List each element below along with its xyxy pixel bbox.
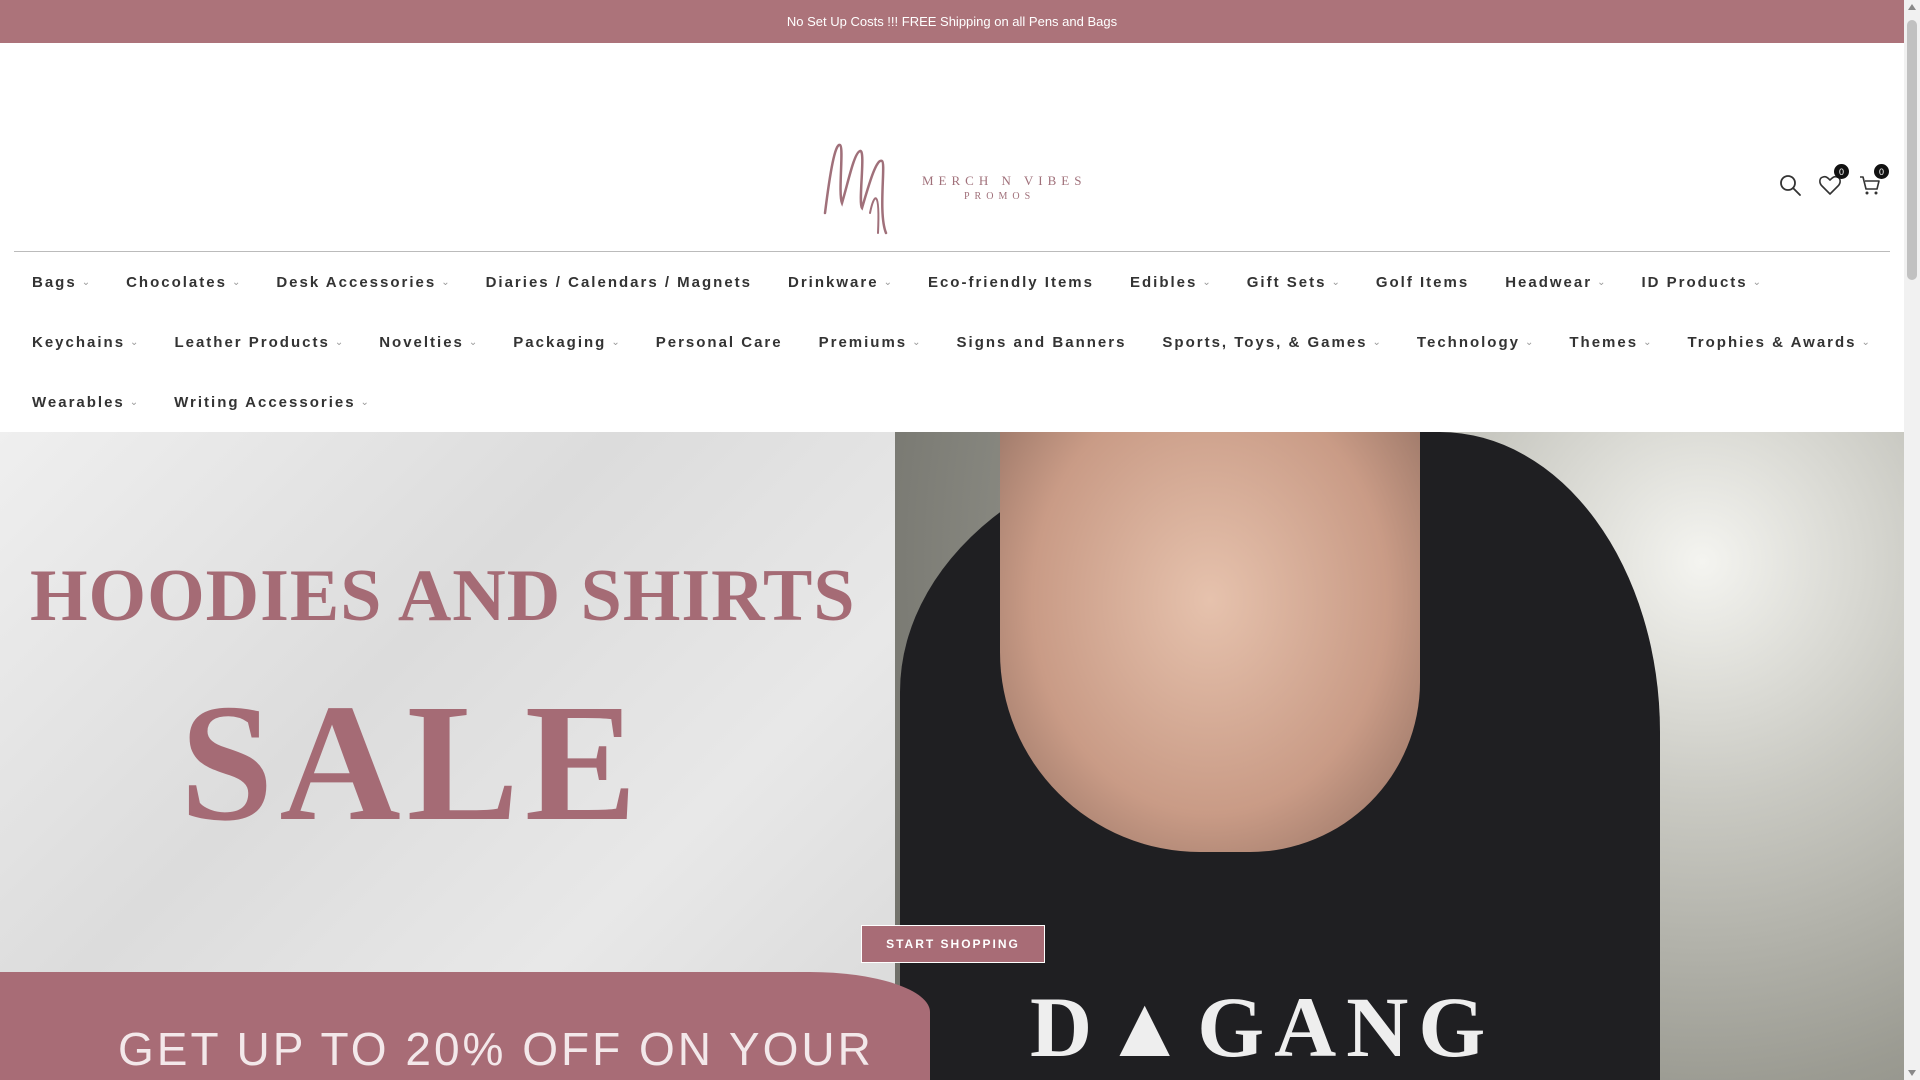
wishlist-button[interactable]: 0	[1818, 164, 1849, 197]
hero-subtitle: GET UP TO 20% OFF ON YOUR	[118, 1023, 874, 1075]
logo-tagline: PROMOS	[964, 191, 1036, 202]
nav-item-label: Gift Sets	[1246, 273, 1327, 291]
nav-item-themes[interactable]: Themes ⌄	[1569, 334, 1651, 351]
main-navigation: Bags ⌄ Chocolates ⌄ Desk Accessories ⌄ Diaries…	[14, 252, 1884, 432]
hero-banner: D▲GANG HOODIES AND SHIRTS SALE GET UP TO…	[0, 432, 1904, 1080]
nav-item-writing-accessories[interactable]: Writing Accessories ⌄	[174, 394, 369, 411]
nav-item-label: Desk Accessories	[276, 273, 437, 291]
chevron-down-icon: ⌄	[611, 336, 620, 348]
nav-item-label: Diaries / Calendars / Magnets	[485, 273, 753, 291]
chevron-down-icon: ⌄	[1752, 276, 1762, 288]
chevron-down-icon: ⌄	[81, 276, 91, 288]
hero-sale-title: SALE	[180, 670, 643, 856]
nav-item-label: Technology	[1416, 333, 1520, 351]
nav-item-label: Bags	[32, 273, 77, 291]
logo-monogram-icon	[823, 143, 888, 235]
chevron-down-icon: ⌄	[1861, 336, 1870, 348]
nav-item-edibles[interactable]: Edibles ⌄	[1130, 274, 1211, 291]
nav-item-headwear[interactable]: Headwear ⌄	[1505, 274, 1605, 291]
nav-item-label: Headwear	[1505, 273, 1593, 291]
nav-row: Wearables ⌄ Writing Accessories ⌄	[14, 372, 1884, 432]
nav-item-technology[interactable]: Technology ⌄	[1417, 334, 1533, 351]
announcement-text: No Set Up Costs !!! FREE Shipping on all…	[786, 14, 1118, 29]
nav-item-label: Leather Products	[174, 333, 330, 351]
wishlist-count-badge: 0	[1834, 164, 1849, 179]
nav-item-desk-accessories[interactable]: Desk Accessories ⌄	[276, 274, 449, 291]
nav-item-label: Eco-friendly Items	[927, 273, 1094, 291]
nav-row: Bags ⌄ Chocolates ⌄ Desk Accessories ⌄ Diaries…	[14, 252, 1884, 312]
page-scrollbar[interactable]	[1904, 0, 1920, 1080]
nav-row: Keychains ⌄ Leather Products ⌄ Novelties ⌄ Pac…	[14, 312, 1884, 372]
nav-item-wearables[interactable]: Wearables ⌄	[32, 394, 138, 411]
site-header: MERCH N VIBES PROMOS 0 0	[0, 43, 1904, 251]
nav-item-label: Writing Accessories	[174, 393, 356, 411]
hero-title: HOODIES AND SHIRTS	[30, 555, 856, 637]
chevron-down-icon: ⌄	[468, 336, 478, 348]
nav-item-novelties[interactable]: Novelties ⌄	[379, 334, 477, 351]
cart-button[interactable]: 0	[1858, 164, 1889, 197]
nav-item-label: Themes	[1569, 333, 1639, 351]
nav-item-label: Sports, Toys, & Games	[1162, 333, 1368, 351]
scrollbar-thumb[interactable]	[1907, 20, 1917, 280]
chevron-down-icon: ⌄	[883, 276, 892, 288]
nav-item-label: Wearables	[32, 393, 125, 411]
nav-item-label: Golf Items	[1375, 273, 1470, 291]
search-button[interactable]	[1778, 173, 1802, 197]
chevron-down-icon: ⌄	[231, 276, 241, 288]
hero-photo-model	[1000, 432, 1420, 852]
nav-item-label: Signs and Banners	[956, 333, 1127, 351]
nav-item-label: ID Products	[1641, 273, 1748, 291]
header-icons: 0 0	[1778, 164, 1889, 197]
chevron-down-icon: ⌄	[360, 396, 369, 408]
brand-logo[interactable]: MERCH N VIBES PROMOS	[820, 133, 1090, 243]
chevron-down-icon: ⌄	[130, 336, 139, 348]
nav-item-premiums[interactable]: Premiums ⌄	[819, 334, 921, 351]
nav-item-signs-and-banners[interactable]: Signs and Banners	[957, 334, 1127, 351]
cart-count-badge: 0	[1874, 164, 1889, 179]
logo-name: MERCH N VIBES	[922, 173, 1087, 188]
chevron-down-icon: ⌄	[1202, 276, 1211, 288]
chevron-down-icon: ⌄	[334, 336, 344, 348]
announcement-bar: No Set Up Costs !!! FREE Shipping on all…	[0, 0, 1904, 43]
scroll-down-icon[interactable]	[1908, 1070, 1916, 1076]
chevron-down-icon: ⌄	[1597, 276, 1606, 288]
nav-item-eco-friendly-items[interactable]: Eco-friendly Items	[928, 274, 1094, 291]
page: No Set Up Costs !!! FREE Shipping on all…	[0, 0, 1904, 1080]
nav-item-bags[interactable]: Bags ⌄	[32, 274, 90, 291]
chevron-down-icon: ⌄	[1524, 336, 1534, 348]
nav-item-label: Drinkware	[788, 273, 879, 291]
chevron-down-icon: ⌄	[1643, 336, 1652, 348]
nav-item-sports-toys-games[interactable]: Sports, Toys, & Games ⌄	[1162, 334, 1381, 351]
nav-item-trophies-awards[interactable]: Trophies & Awards ⌄	[1687, 334, 1869, 351]
nav-item-packaging[interactable]: Packaging ⌄	[513, 334, 619, 351]
nav-item-golf-items[interactable]: Golf Items	[1376, 274, 1469, 291]
nav-item-keychains[interactable]: Keychains ⌄	[32, 334, 138, 351]
nav-item-label: Edibles	[1130, 273, 1198, 291]
hoodie-print-text: D▲GANG	[1030, 979, 1496, 1075]
chevron-down-icon: ⌄	[129, 396, 139, 408]
start-shopping-button[interactable]: START SHOPPING	[861, 925, 1045, 963]
nav-item-id-products[interactable]: ID Products ⌄	[1641, 274, 1761, 291]
nav-item-label: Packaging	[513, 333, 607, 351]
search-icon	[1780, 175, 1801, 196]
nav-item-personal-care[interactable]: Personal Care	[656, 334, 783, 351]
nav-item-leather-products[interactable]: Leather Products ⌄	[174, 334, 343, 351]
nav-item-diaries-calendars-magnets[interactable]: Diaries / Calendars / Magnets	[486, 274, 752, 291]
nav-item-label: Chocolates	[126, 273, 227, 291]
nav-item-drinkware[interactable]: Drinkware ⌄	[788, 274, 892, 291]
nav-item-label: Premiums	[818, 333, 908, 351]
nav-item-label: Novelties	[379, 333, 464, 351]
chevron-down-icon: ⌄	[1372, 336, 1381, 348]
nav-item-label: Trophies & Awards	[1687, 333, 1857, 351]
chevron-down-icon: ⌄	[1331, 276, 1340, 288]
chevron-down-icon: ⌄	[912, 336, 921, 348]
nav-item-chocolates[interactable]: Chocolates ⌄	[126, 274, 240, 291]
nav-item-label: Keychains	[32, 333, 126, 351]
nav-item-label: Personal Care	[655, 333, 783, 351]
nav-item-gift-sets[interactable]: Gift Sets ⌄	[1247, 274, 1340, 291]
chevron-down-icon: ⌄	[441, 276, 450, 288]
scroll-up-icon[interactable]	[1908, 4, 1916, 10]
